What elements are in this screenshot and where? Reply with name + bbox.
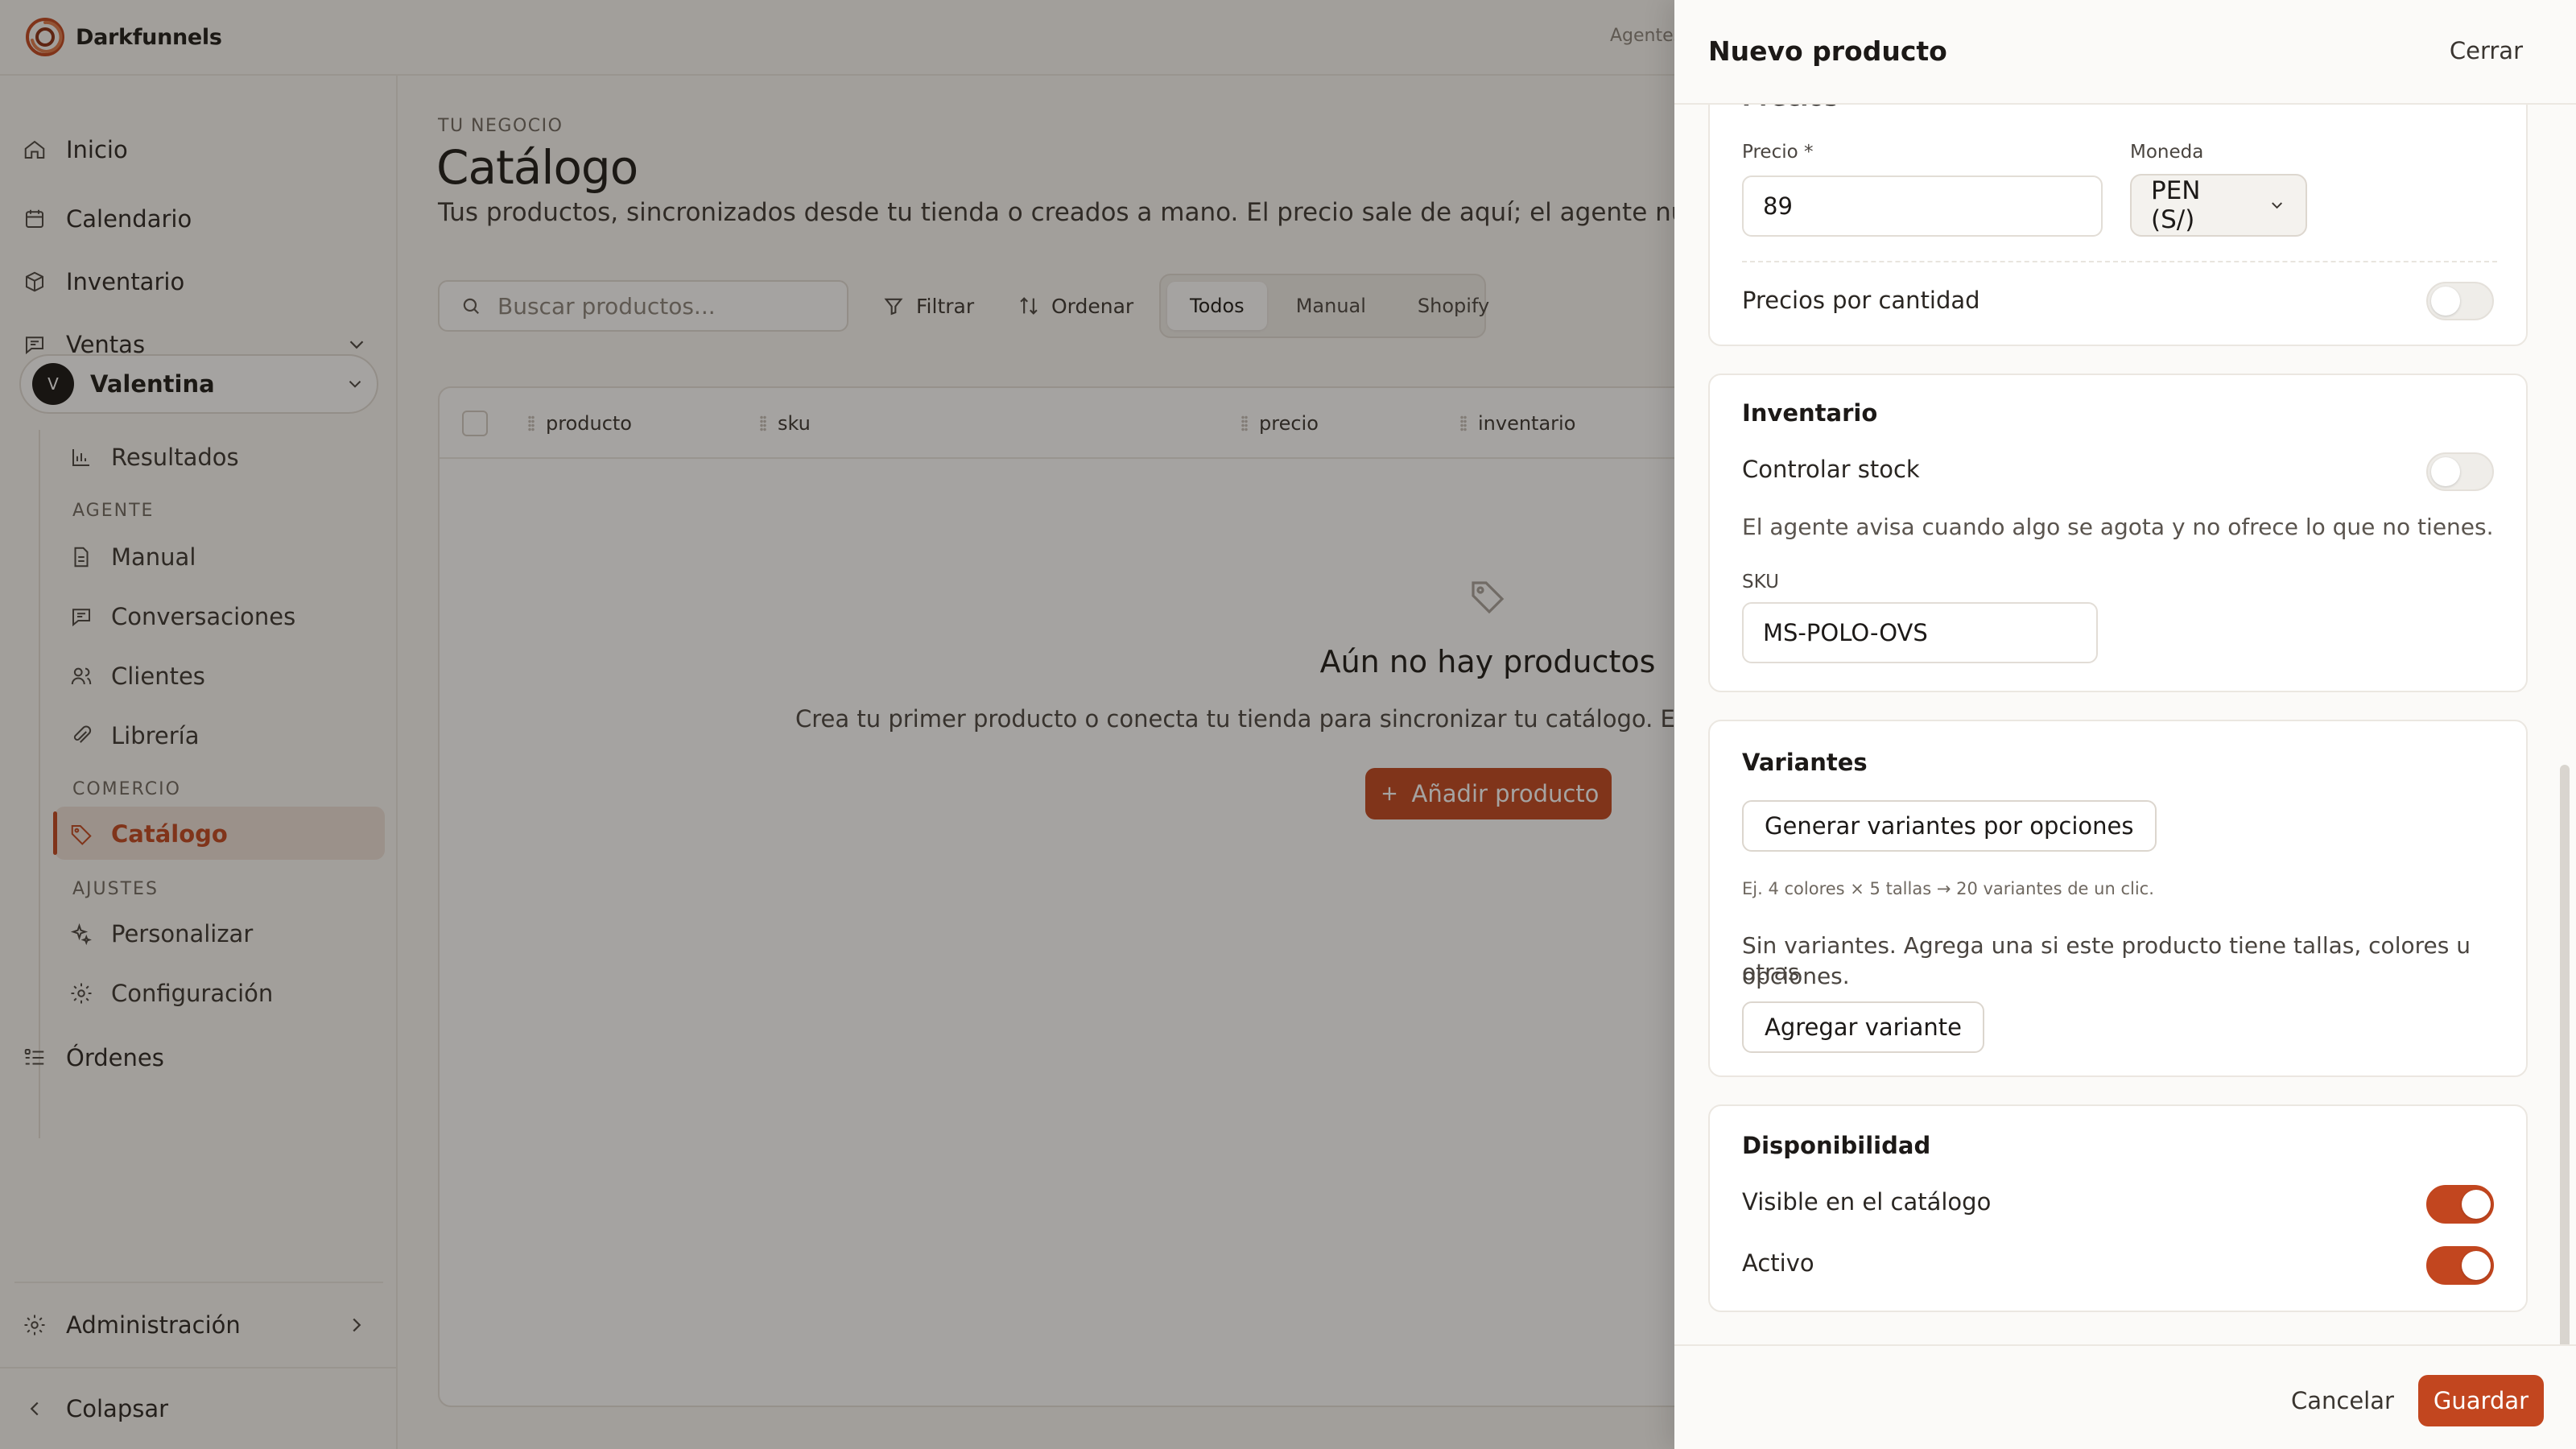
currency-label: Moneda: [2130, 142, 2204, 163]
availability-card: Disponibilidad Visible en el catálogo Ac…: [1708, 1104, 2528, 1312]
close-drawer-button[interactable]: Cerrar: [2450, 37, 2523, 64]
visible-toggle[interactable]: [2426, 1185, 2494, 1224]
active-toggle[interactable]: [2426, 1246, 2494, 1285]
generate-variants-button[interactable]: Generar variantes por opciones: [1742, 800, 2157, 852]
drawer-footer: Cancelar Guardar: [1674, 1344, 2576, 1449]
add-variant-button[interactable]: Agregar variante: [1742, 1001, 1984, 1053]
pricing-divider: [1742, 261, 2497, 262]
sku-input[interactable]: MS-POLO-OVS: [1742, 602, 2098, 663]
pricing-title: Precios: [1742, 105, 1839, 111]
visible-label: Visible en el catálogo: [1742, 1188, 1992, 1216]
variants-card: Variantes Generar variantes por opciones…: [1708, 720, 2528, 1077]
availability-title: Disponibilidad: [1742, 1132, 1931, 1159]
active-label: Activo: [1742, 1249, 1814, 1277]
cancel-button[interactable]: Cancelar: [2275, 1375, 2410, 1426]
sku-label: SKU: [1742, 572, 1779, 592]
drawer-title: Nuevo producto: [1708, 35, 1947, 67]
variants-title: Variantes: [1742, 749, 1868, 776]
track-stock-label: Controlar stock: [1742, 456, 1920, 483]
price-input[interactable]: 89: [1742, 175, 2103, 237]
variants-example-hint: Ej. 4 colores × 5 tallas → 20 variantes …: [1742, 879, 2154, 898]
drawer-body[interactable]: Precios Precio * 89 Moneda PEN (S/) Prec…: [1674, 105, 2576, 1344]
price-label: Precio *: [1742, 142, 1814, 163]
inventory-title: Inventario: [1742, 399, 1878, 427]
drawer-scrollbar[interactable]: [2560, 765, 2570, 1344]
inventory-hint: El agente avisa cuando algo se agota y n…: [1742, 514, 2494, 540]
modal-overlay[interactable]: [0, 0, 1674, 1449]
chevron-down-icon: [2271, 202, 2282, 209]
currency-value: PEN (S/): [2151, 176, 2201, 234]
inventory-card: Inventario Controlar stock El agente avi…: [1708, 374, 2528, 692]
app-root: Darkfunnels Agentes Inicio Calendario In…: [0, 0, 2576, 1449]
currency-select[interactable]: PEN (S/): [2130, 174, 2307, 237]
variants-empty-line-1: Sin variantes. Agrega una si este produc…: [1742, 932, 2471, 985]
pricing-card: Precios Precio * 89 Moneda PEN (S/) Prec…: [1708, 105, 2528, 346]
tiered-pricing-label: Precios por cantidad: [1742, 287, 1980, 314]
track-stock-toggle[interactable]: [2426, 452, 2494, 491]
variants-empty-line-2: opciones.: [1742, 963, 1850, 989]
new-product-drawer: Nuevo producto Cerrar Precios Precio * 8…: [1674, 0, 2576, 1449]
tiered-pricing-toggle[interactable]: [2426, 282, 2494, 320]
save-button[interactable]: Guardar: [2418, 1375, 2544, 1426]
drawer-header: Nuevo producto Cerrar: [1674, 0, 2576, 105]
